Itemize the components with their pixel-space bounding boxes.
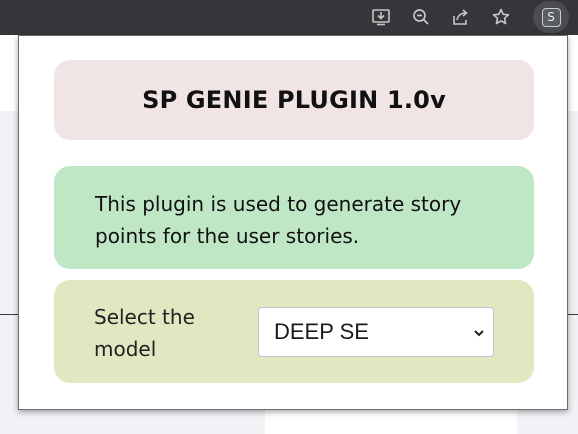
install-icon bbox=[371, 7, 391, 27]
title-card: SP GENIE PLUGIN 1.0v bbox=[54, 60, 534, 140]
model-select-card: Select the model DEEP SE bbox=[54, 280, 534, 383]
zoom-out-icon bbox=[411, 7, 431, 27]
share-icon bbox=[451, 7, 471, 27]
share-button[interactable] bbox=[446, 2, 476, 32]
bookmark-star-icon bbox=[491, 7, 511, 27]
plugin-description: This plugin is used to generate story po… bbox=[95, 192, 462, 248]
extension-popup: SP GENIE PLUGIN 1.0v This plugin is used… bbox=[18, 35, 568, 410]
extension-button[interactable]: S bbox=[533, 1, 569, 33]
extension-badge-icon: S bbox=[541, 7, 561, 27]
plugin-title: SP GENIE PLUGIN 1.0v bbox=[142, 86, 446, 114]
background-page-box bbox=[265, 409, 517, 434]
browser-toolbar: S bbox=[0, 0, 578, 35]
zoom-out-button[interactable] bbox=[406, 2, 436, 32]
bookmark-button[interactable] bbox=[486, 2, 516, 32]
chevron-down-icon bbox=[473, 325, 485, 344]
model-select-value: DEEP SE bbox=[274, 319, 369, 344]
info-card: This plugin is used to generate story po… bbox=[54, 166, 534, 269]
model-select-label: Select the model bbox=[94, 305, 195, 361]
model-select[interactable]: DEEP SE bbox=[258, 307, 494, 357]
install-app-button[interactable] bbox=[366, 2, 396, 32]
